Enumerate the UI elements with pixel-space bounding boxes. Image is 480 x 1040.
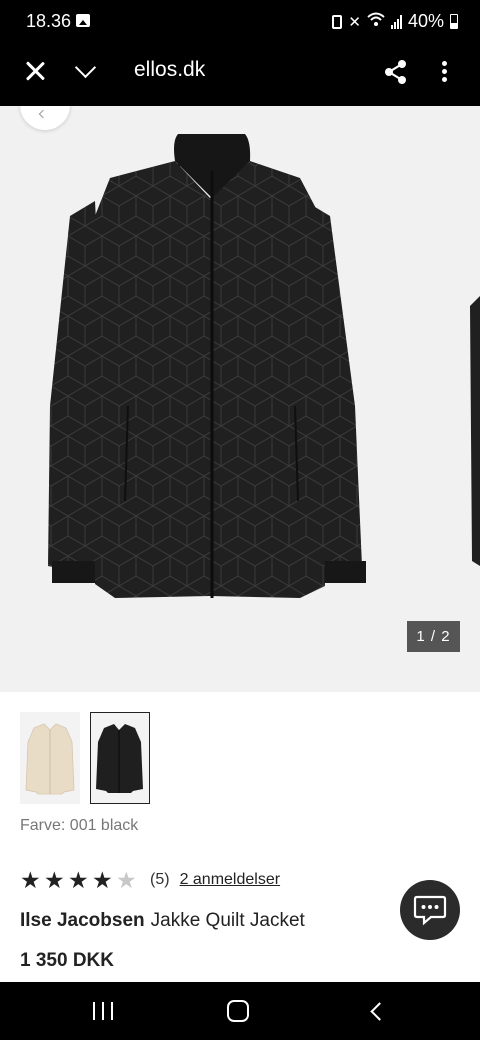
color-label: Farve: 001 black — [20, 817, 139, 834]
system-nav-bar — [0, 982, 480, 1040]
swatch-cream[interactable] — [20, 712, 80, 804]
rating: ★ ★ ★ ★ ★ (5) 2 anmeldelser — [20, 867, 281, 893]
vibrate-icon — [332, 14, 343, 29]
wifi-icon — [367, 12, 385, 31]
product-image-gallery[interactable]: 1 / 2 — [0, 106, 480, 692]
reviews-link[interactable]: 2 anmeldelser — [180, 871, 281, 889]
status-bar: 18.36 ✕ 40% — [0, 0, 480, 44]
product-name: Jakke Quilt Jacket — [150, 910, 305, 931]
gallery-icon — [76, 14, 90, 27]
star-icon: ★ — [44, 867, 65, 893]
status-time: 18.36 — [26, 11, 72, 31]
swatch-black[interactable] — [90, 712, 150, 804]
browser-toolbar: ellos.dk — [0, 44, 480, 106]
star-empty-icon: ★ — [116, 867, 137, 893]
rating-count: (5) — [150, 871, 170, 888]
product-title: Ilse Jacobsen Jakke Quilt Jacket — [20, 910, 305, 932]
signal-icon — [390, 14, 402, 29]
product-brand: Ilse Jacobsen — [20, 910, 145, 931]
status-icons: ✕ 40% — [332, 11, 458, 32]
product-info: Farve: 001 black ★ ★ ★ ★ ★ (5) 2 anmelde… — [0, 692, 480, 982]
image-counter: 1 / 2 — [407, 621, 460, 652]
close-icon[interactable] — [24, 60, 46, 82]
url-label[interactable]: ellos.dk — [134, 58, 205, 82]
chat-icon — [413, 895, 447, 926]
more-vert-icon[interactable] — [436, 58, 452, 86]
share-icon[interactable] — [382, 58, 410, 86]
recent-apps-icon[interactable] — [93, 1002, 113, 1020]
product-price: 1 350 DKK — [20, 950, 114, 971]
back-icon[interactable] — [369, 1002, 383, 1020]
battery-percent: 40% — [407, 11, 444, 31]
star-icon: ★ — [20, 867, 41, 893]
home-icon[interactable] — [227, 1000, 249, 1022]
chevron-down-icon[interactable] — [74, 62, 96, 78]
chat-button[interactable] — [400, 880, 460, 940]
battery-icon — [450, 14, 458, 29]
product-image-jacket — [48, 134, 480, 598]
star-icon: ★ — [92, 867, 113, 893]
star-icon: ★ — [68, 867, 89, 893]
mute-icon: ✕ — [348, 13, 361, 31]
